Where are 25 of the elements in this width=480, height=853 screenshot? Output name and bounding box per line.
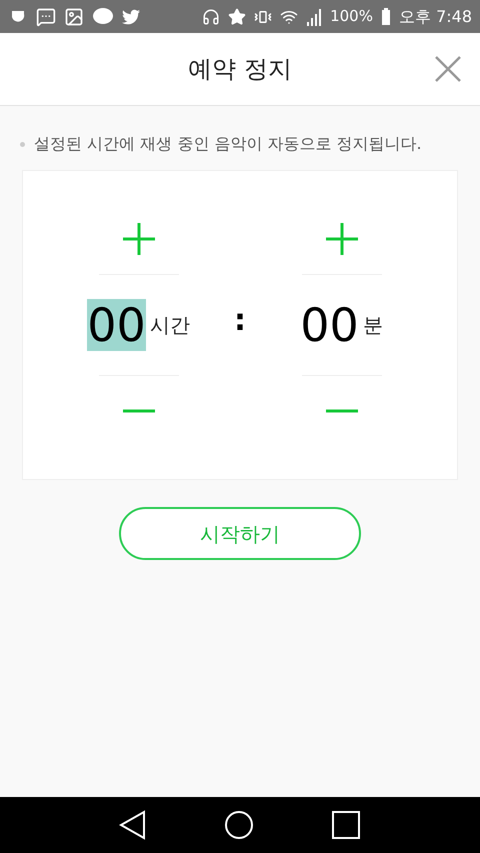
back-icon[interactable] (118, 810, 147, 840)
message-icon (36, 6, 56, 26)
star-icon (228, 8, 246, 26)
home-icon[interactable] (224, 810, 254, 840)
minus-icon (122, 409, 156, 413)
unit-label: 시간 (150, 312, 190, 339)
bird-icon (122, 8, 140, 26)
chat-bubble-icon (92, 6, 114, 26)
notice-text: 설정된 시간에 재생 중인 음악이 자동으로 정지됩니다. (34, 133, 422, 155)
battery-icon (380, 8, 391, 26)
close-icon (434, 55, 462, 83)
recent-apps-icon[interactable] (331, 810, 362, 840)
image-icon (64, 6, 84, 26)
signal-icon (306, 8, 322, 26)
unit-label: 분 (362, 312, 383, 339)
page-title: 예약 정지 (188, 54, 292, 85)
time-value[interactable]: 00 (87, 299, 146, 351)
time-value[interactable]: 00 (300, 299, 359, 351)
plus-icon (324, 222, 358, 256)
time-separator: : (234, 302, 246, 340)
headphones-icon (202, 8, 220, 26)
clock-text: 오후 7:48 (398, 6, 472, 28)
battery-text: 100% (330, 6, 373, 28)
minus-icon (324, 409, 358, 413)
plus-icon (122, 222, 156, 256)
